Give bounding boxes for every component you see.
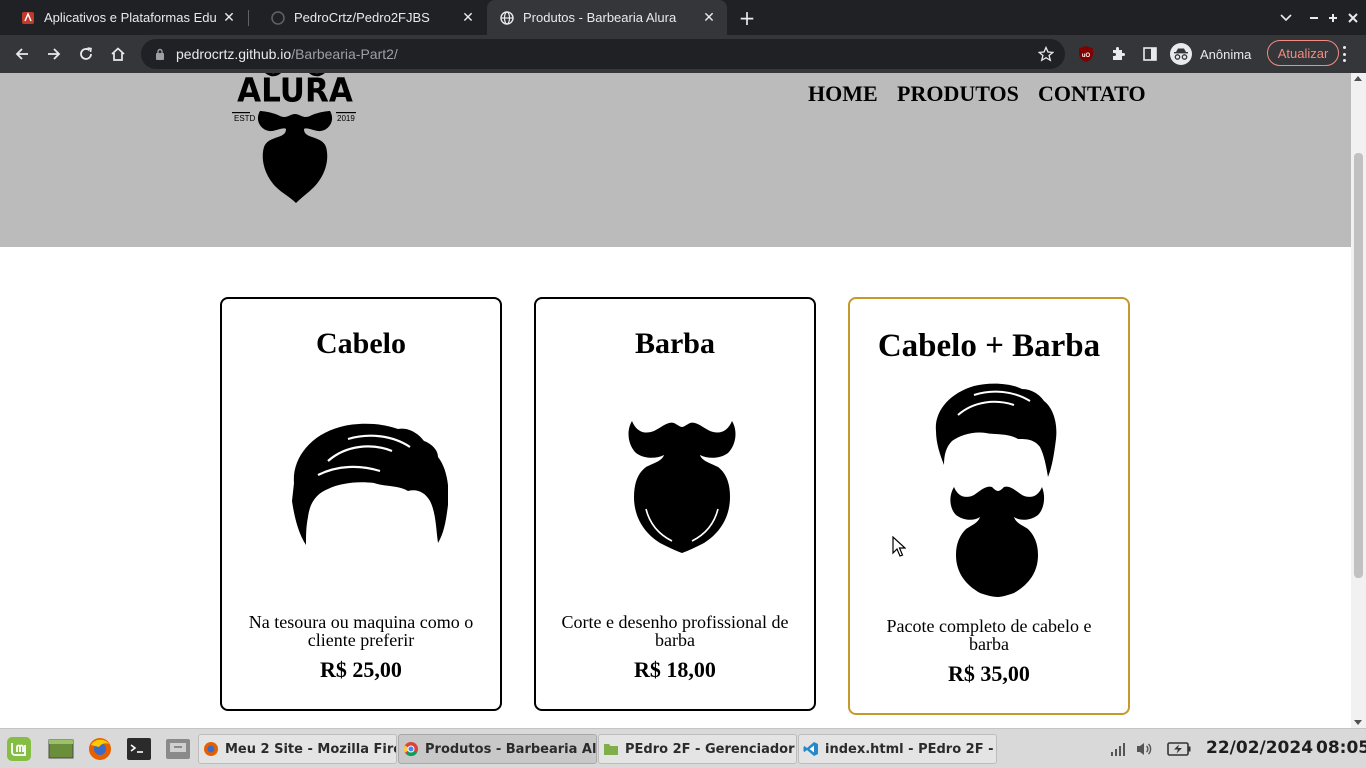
linux-mint-menu-icon[interactable]: [6, 736, 32, 762]
taskbar-window-chrome[interactable]: Produtos - Barbearia Alu...: [398, 734, 597, 764]
site-header: ALURA ESTD 2019 HOME PRODUTOS CONTATO: [0, 73, 1351, 247]
lock-icon[interactable]: [152, 46, 168, 62]
product-card-cabelo[interactable]: Cabelo Na tesoura ou maquina como o clie…: [220, 297, 502, 711]
page-scrollbar[interactable]: [1351, 73, 1366, 728]
forward-icon[interactable]: [40, 40, 68, 68]
terminal-launcher-icon[interactable]: [126, 736, 152, 762]
taskbar-window-firefox[interactable]: Meu 2 Site - Mozilla Firef...: [198, 734, 397, 764]
close-icon[interactable]: ✕: [219, 8, 239, 28]
scroll-up-icon[interactable]: [1354, 76, 1362, 81]
beard-icon: [628, 421, 736, 553]
maximize-icon[interactable]: [1325, 0, 1341, 35]
bookmark-star-icon[interactable]: [1037, 45, 1055, 63]
minimize-icon[interactable]: [1306, 0, 1322, 35]
url-path: /Barbearia-Part2/: [291, 46, 398, 62]
alura-logo[interactable]: ALURA ESTD 2019: [232, 73, 358, 209]
taskbar-window-label: Meu 2 Site - Mozilla Firef...: [225, 741, 396, 757]
product-title: Cabelo + Barba: [877, 328, 1101, 364]
svg-text:uO: uO: [1082, 53, 1091, 59]
scroll-down-icon[interactable]: [1354, 720, 1362, 725]
extensions-puzzle-icon[interactable]: [1108, 44, 1128, 64]
taskbar-window-label: Produtos - Barbearia Alu...: [425, 741, 596, 757]
product-card-barba[interactable]: Barba Corte e desenho profissional de ba…: [534, 297, 816, 711]
taskbar-date[interactable]: 22/02/2024: [1206, 738, 1313, 758]
url-host: pedrocrtz.github.io: [176, 46, 292, 62]
nav-produtos-link[interactable]: PRODUTOS: [897, 81, 1019, 107]
product-title: Barba: [634, 327, 715, 360]
product-description: Corte e desenho profissional de barba: [561, 612, 789, 650]
product-card-cabelo-barba[interactable]: Cabelo + Barba Pacote completo de cabelo…: [848, 297, 1130, 715]
tab-title: Produtos - Barbearia Alura: [523, 10, 677, 25]
tab-search-chevron-icon[interactable]: [1276, 0, 1296, 35]
close-window-icon[interactable]: [1345, 0, 1361, 35]
more-menu-icon[interactable]: [1340, 44, 1348, 64]
nav-home-link[interactable]: HOME: [808, 81, 878, 107]
product-price: R$ 18,00: [634, 657, 716, 682]
browser-toolbar: pedrocrtz.github.io/Barbearia-Part2/ uO …: [0, 35, 1366, 73]
folder-icon: [603, 741, 619, 757]
browser-tab-3[interactable]: Produtos - Barbearia Alura ✕: [487, 0, 727, 35]
volume-icon[interactable]: [1134, 739, 1154, 759]
product-price: R$ 25,00: [320, 657, 402, 682]
hair-and-beard-icon: [935, 383, 1057, 597]
close-icon[interactable]: ✕: [699, 8, 719, 28]
app-icon: [20, 10, 36, 26]
browser-tab-2[interactable]: PedroCrtz/Pedro2FJBS ✕: [250, 0, 486, 35]
scrollbar-thumb[interactable]: [1354, 153, 1363, 578]
reload-icon[interactable]: [72, 40, 100, 68]
browser-tab-bar: Aplicativos e Plataformas Edu ✕ PedroCrt…: [0, 0, 1366, 35]
ublock-origin-icon[interactable]: uO: [1076, 44, 1096, 64]
beard-logo-icon: [232, 73, 356, 203]
network-signal-icon[interactable]: [1108, 739, 1128, 759]
hair-icon: [292, 423, 448, 545]
url-text: pedrocrtz.github.io/Barbearia-Part2/: [176, 46, 398, 62]
product-title: Cabelo: [316, 327, 406, 360]
tab-title: PedroCrtz/Pedro2FJBS: [294, 10, 430, 25]
firefox-icon: [203, 741, 219, 757]
new-tab-icon[interactable]: +: [735, 6, 759, 30]
update-button[interactable]: Atualizar: [1267, 40, 1339, 66]
incognito-profile[interactable]: Anônima: [1170, 40, 1251, 68]
home-icon[interactable]: [104, 40, 132, 68]
firefox-launcher-icon[interactable]: [87, 736, 113, 762]
product-description: Pacote completo de cabelo e barba: [886, 616, 1092, 654]
profile-label: Anônima: [1200, 46, 1252, 62]
tab-title: Aplicativos e Plataformas Edu: [44, 10, 217, 25]
battery-icon[interactable]: [1166, 739, 1192, 759]
browser-tab-1[interactable]: Aplicativos e Plataformas Edu ✕: [0, 0, 247, 35]
mouse-cursor-icon: [892, 536, 906, 557]
vscode-icon: [803, 741, 819, 757]
nav-contato-link[interactable]: CONTATO: [1038, 81, 1146, 107]
chrome-icon: [403, 741, 419, 757]
product-price: R$ 35,00: [948, 661, 1030, 686]
page-viewport: ALURA ESTD 2019 HOME PRODUTOS CONTATO Ca…: [0, 73, 1351, 728]
file-manager-launcher-icon[interactable]: [165, 736, 191, 762]
tab-divider: [248, 10, 249, 26]
taskbar-window-file-manager[interactable]: PEdro 2F - Gerenciador d...: [598, 734, 797, 764]
address-bar[interactable]: pedrocrtz.github.io/Barbearia-Part2/: [141, 39, 1065, 69]
github-icon: [270, 10, 286, 26]
product-description: Na tesoura ou maquina como o cliente pre…: [248, 612, 474, 650]
show-desktop-icon[interactable]: [48, 736, 74, 762]
globe-icon: [499, 10, 515, 26]
taskbar-window-vscode[interactable]: index.html - PEdro 2F - Vi...: [798, 734, 997, 764]
close-icon[interactable]: ✕: [458, 8, 478, 28]
system-taskbar: Meu 2 Site - Mozilla Firef... Produtos -…: [0, 728, 1366, 768]
back-icon[interactable]: [8, 40, 36, 68]
taskbar-time[interactable]: 08:05: [1316, 738, 1366, 758]
taskbar-window-label: index.html - PEdro 2F - Vi...: [825, 741, 996, 757]
taskbar-window-label: PEdro 2F - Gerenciador d...: [625, 741, 796, 757]
incognito-icon: [1170, 43, 1192, 65]
side-panel-icon[interactable]: [1140, 44, 1160, 64]
